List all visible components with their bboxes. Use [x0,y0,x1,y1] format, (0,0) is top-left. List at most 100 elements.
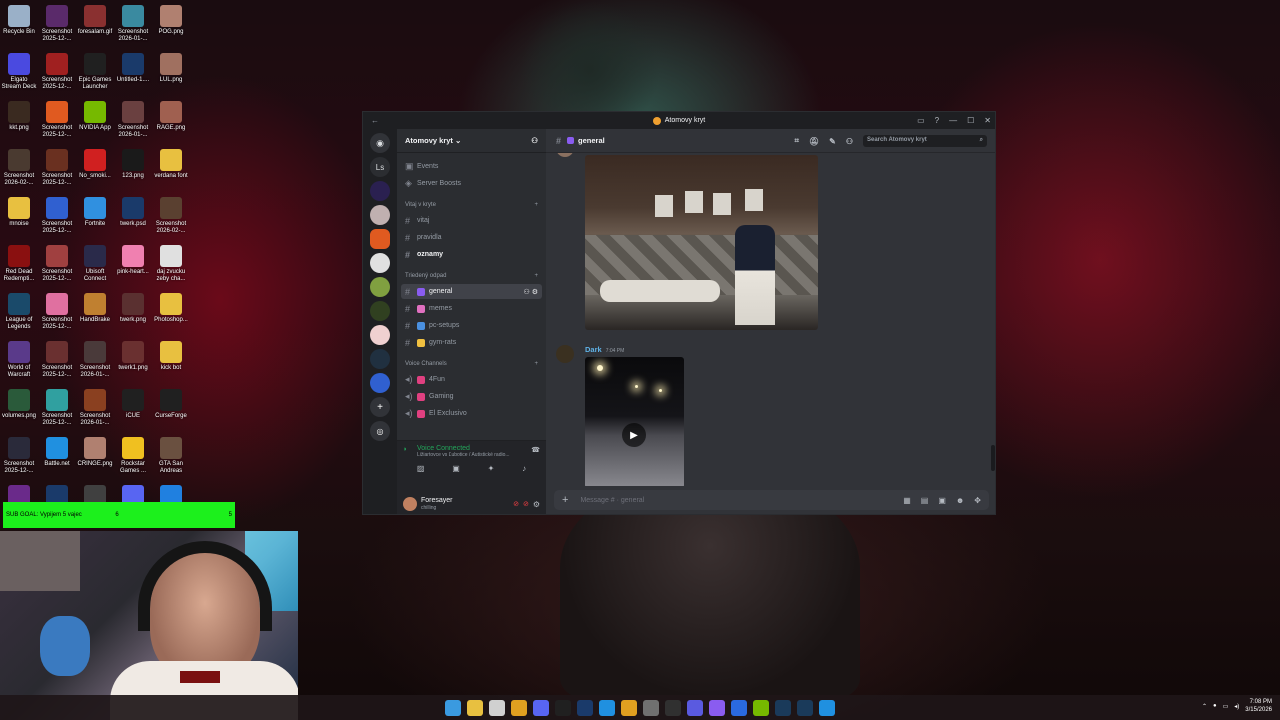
desktop-icon[interactable]: Screenshot 2026-02-... [0,146,38,187]
channel-gym-rats[interactable]: # gym-rats [401,335,542,350]
ps-icon[interactable] [577,699,593,716]
add-channel-icon[interactable]: + [534,202,538,208]
network-icon[interactable]: ▭ [1223,703,1229,710]
channel-pravidla[interactable]: # pravidla [401,230,542,245]
message-input[interactable]: + Message # · general ▦ ▤ ▣ ☻ ✥ [554,490,989,510]
desktop-icon[interactable]: CurseForge [152,386,190,420]
desktop-icon[interactable]: LUL.png [152,50,190,84]
server-icon-7[interactable] [370,325,390,345]
desktop-icon[interactable]: NVIDIA App [76,98,114,132]
server-icon-9[interactable] [370,373,390,393]
vs-icon[interactable] [709,699,725,716]
voice-channel-4fun[interactable]: ◂) 4Fun [401,372,542,387]
voice-connected-label[interactable]: Voice Connected [403,445,540,452]
soundboard-icon[interactable]: ♪ [522,464,526,473]
desktop-icon[interactable]: Screenshot 2025-12-... [38,386,76,427]
add-member-icon[interactable]: ⚇ [531,136,538,145]
battlenet-icon[interactable] [599,699,615,716]
desktop-icon[interactable]: Ubisoft Connect [76,242,114,283]
category-voice[interactable]: Voice Channels + [401,358,542,370]
battlenet2-icon[interactable] [819,699,835,716]
desktop-icon[interactable]: POG.png [152,2,190,36]
message-author[interactable]: Dark 7:04 PM [585,345,624,354]
desktop-icon[interactable]: Red Dead Redempti... [0,242,38,283]
desktop-icon[interactable]: Recycle Bin [0,2,38,36]
discord-home-icon[interactable]: ◉ [370,133,390,153]
volume-icon[interactable]: ◂) [1234,703,1239,710]
obs-icon[interactable] [665,699,681,716]
folder-icon[interactable] [467,699,483,716]
member-list-icon[interactable]: ⚇ [846,137,853,146]
notepad-icon[interactable] [489,699,505,716]
desktop-icon[interactable]: kick bot [152,338,190,372]
desktop-icon[interactable]: daj zvucku zeby cha... [152,242,190,283]
desktop-icon[interactable]: mnoise [0,194,38,228]
server-icon-3[interactable] [370,229,390,249]
video-attachment[interactable]: ▶ [585,357,684,486]
add-server-icon[interactable]: + [370,397,390,417]
inbox-icon[interactable]: ▭ [917,116,925,125]
avatar[interactable] [403,497,417,511]
desktop-icon[interactable]: Epic Games Launcher [76,50,114,91]
category-trideny-odpad[interactable]: Triedený odpad + [401,270,542,282]
mic-icon[interactable]: ● [1213,703,1217,709]
desktop-icon[interactable]: Screenshot 2025-12-... [38,98,76,139]
desktop-icon[interactable]: twerk1.png [114,338,152,372]
minimize-button[interactable]: — [949,116,957,125]
desktop-icon[interactable]: pink-heart... [114,242,152,276]
chevron-up-icon[interactable]: ⌃ [1202,703,1207,710]
desktop-icon[interactable]: Battle.net [38,434,76,468]
desktop-icon[interactable]: Screenshot 2025-12-... [38,290,76,331]
steam-icon[interactable] [775,699,791,716]
close-button[interactable]: ✕ [984,116,991,125]
windows-icon[interactable] [445,699,461,716]
voice-channel-el-exclusivo[interactable]: ◂) El Exclusivo [401,406,542,421]
channel-oznamy[interactable]: # oznamy [401,247,542,262]
server-ls[interactable]: Ls [370,157,390,177]
desktop-icon[interactable]: No_smoki... [76,146,114,180]
desktop-icon[interactable]: Rockstar Games ... [114,434,152,475]
explore-icon[interactable]: ◎ [370,421,390,441]
attach-plus-icon[interactable]: + [562,494,568,506]
voice-channel-gaming[interactable]: ◂) Gaming [401,389,542,404]
server-icon-4[interactable] [370,253,390,273]
desktop-icon[interactable]: Fortnite [76,194,114,228]
maximize-button[interactable]: ☐ [967,116,974,125]
user-settings-icon[interactable]: ⚙ [533,500,540,509]
search-input[interactable]: Search Atomovy kryt ⌕ [863,135,987,147]
nvidia-icon[interactable] [753,699,769,716]
help-icon[interactable]: ? [935,116,939,125]
gif-icon[interactable]: ▤ [921,496,929,505]
add-channel-icon[interactable]: + [534,273,538,279]
events-item[interactable]: ▣ Events [401,159,542,174]
desktop-icon[interactable]: HandBrake [76,290,114,324]
desktop-icon[interactable]: Untitled-1.... [114,50,152,84]
avatar[interactable] [556,345,574,363]
chrome-icon[interactable] [621,699,637,716]
desktop-icon[interactable]: GTA San Andreas [152,434,190,475]
camera-off-icon[interactable]: ▨ [417,464,425,473]
desktop-icon[interactable]: CRINGE.png [76,434,114,468]
sticker-icon[interactable]: ▣ [938,496,946,505]
server-boosts-item[interactable]: ◈ Server Boosts [401,176,542,191]
x-icon[interactable] [555,699,571,716]
desktop-icon[interactable]: verdana font [152,146,190,180]
desktop-icon[interactable]: Screenshot 2025-12-... [38,2,76,43]
desktop-icon[interactable]: foresalam.gif [76,2,114,36]
mute-icon[interactable]: ⊘ [513,500,519,508]
desktop-icon[interactable]: Screenshot 2026-01-... [114,2,152,43]
desktop-icon[interactable]: Screenshot 2025-12-... [38,146,76,187]
server-icon-8[interactable] [370,349,390,369]
desktop-icon[interactable]: twerk.png [114,290,152,324]
desktop-icon[interactable]: 123.png [114,146,152,180]
channel-general[interactable]: # general ⚇ ⚙ [401,284,542,299]
activities-icon[interactable]: ✦ [488,464,495,473]
desktop-icon[interactable]: Photoshop... [152,290,190,324]
back-arrow-icon[interactable]: ← [371,116,379,125]
gift-icon[interactable]: ▦ [903,496,911,505]
pin-icon[interactable]: ✎ [829,137,836,146]
desktop-icon[interactable]: Screenshot 2025-12-... [38,50,76,91]
desktop-icon[interactable]: RAGE.png [152,98,190,132]
play-icon[interactable]: ▶ [622,423,646,447]
server-icon-2[interactable] [370,205,390,225]
